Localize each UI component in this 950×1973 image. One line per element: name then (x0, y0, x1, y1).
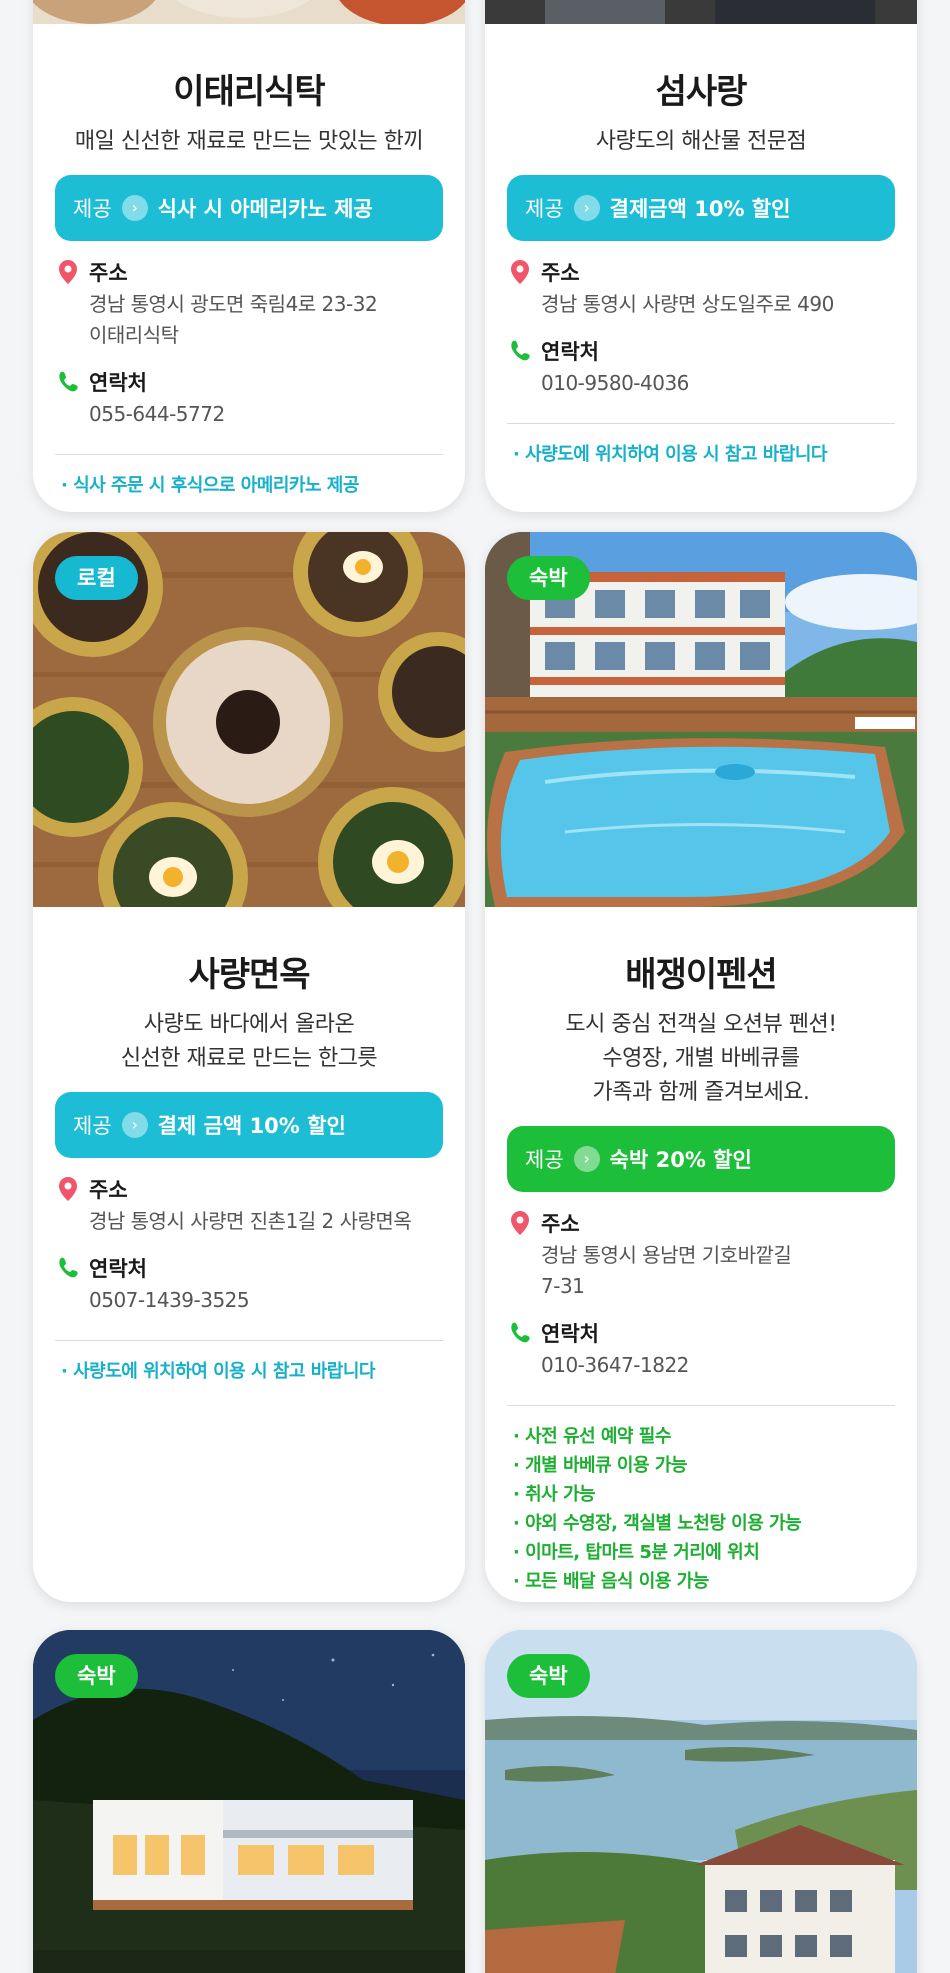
card-photo (33, 0, 465, 24)
card-photo (485, 0, 917, 24)
notes-list: · 식사 주문 시 후식으로 아메리카노 제공 (55, 471, 443, 500)
divider (55, 454, 443, 455)
address-section: 주소 경남 통영시 사량면 진촌1길 2 사량면옥 (55, 1174, 443, 1237)
phone-icon (511, 340, 530, 361)
note-item: · 식사 주문 시 후식으로 아메리카노 제공 (61, 475, 359, 496)
store-description: 사량도 바다에서 올라온 신선한 재료로 만드는 한그릇 (120, 1012, 378, 1071)
address-value: 경남 통영시 용남면 기호바깥길 7-31 (541, 1243, 792, 1298)
store-card-italy-table[interactable]: 이태리식탁 매일 신선한 재료로 만드는 맛있는 한끼 제공 › 식사 시 아메… (33, 0, 465, 512)
store-title: 배쟁이펜션 (625, 955, 777, 995)
offer-banner: 제공 › 숙박 20% 할인 (507, 1126, 895, 1192)
store-card-seomsarang[interactable]: 섬사랑 사량도의 해산물 전문점 제공 › 결제금액 10% 할인 주소 경남 … (485, 0, 917, 512)
divider (507, 423, 895, 424)
offer-banner: 제공 › 식사 시 아메리카노 제공 (55, 175, 443, 241)
note-item: · 취사 가능 (513, 1484, 596, 1505)
note-item: · 사량도에 위치하여 이용 시 참고 바랍니다 (61, 1361, 375, 1382)
card-photo: 숙박 (485, 532, 917, 907)
store-title: 섬사랑 (655, 72, 748, 112)
phone-icon (511, 1322, 530, 1343)
chevron-right-icon: › (573, 195, 600, 221)
address-value: 경남 통영시 사량면 진촌1길 2 사량면옥 (89, 1209, 412, 1233)
contact-section: 연락처 010-9580-4036 (507, 336, 895, 399)
notes-list: · 사전 유선 예약 필수 · 개별 바베큐 이용 가능 · 취사 가능 · 야… (507, 1422, 895, 1596)
address-section: 주소 경남 통영시 사량면 상도일주로 490 (507, 257, 895, 320)
note-item: · 모든 배달 음식 이용 가능 (513, 1571, 709, 1592)
divider (507, 1405, 895, 1406)
store-title: 이태리식탁 (173, 72, 325, 112)
store-description: 사량도의 해산물 전문점 (595, 129, 807, 154)
notes-list: · 사량도에 위치하여 이용 시 참고 바랍니다 (507, 440, 895, 469)
chevron-right-icon: › (121, 1112, 148, 1138)
divider (55, 1340, 443, 1341)
store-card-stay-6[interactable]: 숙박 (485, 1630, 917, 1973)
contact-value: 010-3647-1822 (541, 1353, 689, 1377)
store-card-saryang-myeonok[interactable]: 로컬 사량면옥 사량도 바다에서 올라온 신선한 재료로 만드는 한그릇 제공 … (33, 532, 465, 1602)
contact-value: 055-644-5772 (89, 402, 225, 426)
card-photo: 숙박 (33, 1630, 465, 1973)
note-item: · 이마트, 탑마트 5분 거리에 위치 (513, 1542, 760, 1563)
address-value: 경남 통영시 사량면 상도일주로 490 (541, 292, 834, 316)
note-item: · 개별 바베큐 이용 가능 (513, 1455, 687, 1476)
store-title: 사량면옥 (188, 955, 310, 995)
address-value: 경남 통영시 광도면 죽림4로 23-32 이태리식탁 (89, 292, 378, 347)
location-pin-icon (59, 1177, 77, 1201)
note-item: · 사전 유선 예약 필수 (513, 1426, 671, 1447)
contact-value: 0507-1439-3525 (89, 1288, 250, 1312)
category-badge: 숙박 (507, 556, 590, 600)
category-badge: 숙박 (55, 1654, 138, 1698)
contact-section: 연락처 010-3647-1822 (507, 1318, 895, 1381)
phone-icon (59, 371, 78, 392)
store-description: 도시 중심 전객실 오션뷰 펜션! 수영장, 개별 바베큐를 가족과 함께 즐겨… (565, 1012, 837, 1105)
offer-banner: 제공 › 결제 금액 10% 할인 (55, 1092, 443, 1158)
chevron-right-icon: › (121, 195, 148, 221)
location-pin-icon (511, 1211, 529, 1235)
card-photo: 로컬 (33, 532, 465, 907)
location-pin-icon (59, 260, 77, 284)
note-item: · 사량도에 위치하여 이용 시 참고 바랍니다 (513, 444, 827, 465)
store-description: 매일 신선한 재료로 만드는 맛있는 한끼 (74, 129, 424, 154)
contact-section: 연락처 0507-1439-3525 (55, 1253, 443, 1316)
card-photo: 숙박 (485, 1630, 917, 1973)
contact-value: 010-9580-4036 (541, 371, 689, 395)
address-section: 주소 경남 통영시 광도면 죽림4로 23-32 이태리식탁 (55, 257, 443, 351)
chevron-right-icon: › (573, 1146, 600, 1172)
category-badge: 숙박 (507, 1654, 590, 1698)
contact-section: 연락처 055-644-5772 (55, 367, 443, 430)
phone-icon (59, 1257, 78, 1278)
store-card-baejaengi-pension[interactable]: 숙박 배쟁이펜션 도시 중심 전객실 오션뷰 펜션! 수영장, 개별 바베큐를 … (485, 532, 917, 1602)
category-badge: 로컬 (55, 556, 138, 600)
address-section: 주소 경남 통영시 용남면 기호바깥길 7-31 (507, 1208, 895, 1302)
notes-list: · 사량도에 위치하여 이용 시 참고 바랍니다 (55, 1357, 443, 1386)
store-card-stay-5[interactable]: 숙박 (33, 1630, 465, 1973)
offer-banner: 제공 › 결제금액 10% 할인 (507, 175, 895, 241)
note-item: · 야외 수영장, 객실별 노천탕 이용 가능 (513, 1513, 802, 1534)
location-pin-icon (511, 260, 529, 284)
